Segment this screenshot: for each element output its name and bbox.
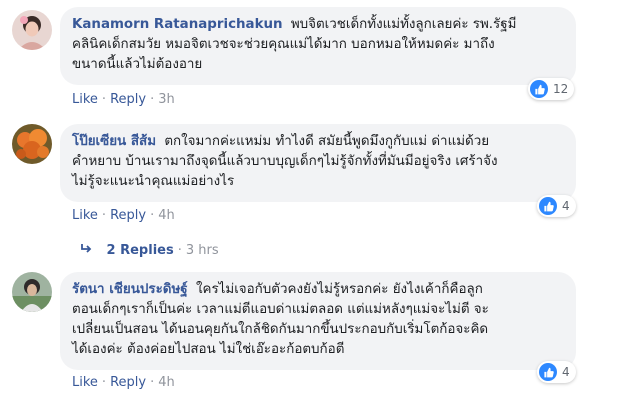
like-icon xyxy=(530,80,548,98)
reaction-summary[interactable]: 12 xyxy=(528,78,575,100)
comment-actions: Like · Reply · 4h xyxy=(72,208,175,223)
reply-link[interactable]: Reply xyxy=(110,208,146,223)
reply-arrow-icon xyxy=(80,243,97,258)
reply-link[interactable]: Reply xyxy=(110,92,146,107)
reaction-summary[interactable]: 4 xyxy=(537,361,576,383)
reaction-count: 12 xyxy=(553,82,569,96)
like-icon xyxy=(539,363,557,381)
replies-count-label[interactable]: 2 Replies xyxy=(107,243,174,258)
comment-bubble: Kanamorn Ratanaprichakun พบจิตเวชเด็กทั้… xyxy=(60,7,576,85)
like-icon xyxy=(539,197,557,215)
comment-bubble: รัตนา เชียนประดิษฐ์ ใครไม่เจอกับตัวคงยัง… xyxy=(60,272,576,370)
reaction-summary[interactable]: 4 xyxy=(537,195,576,217)
avatar[interactable] xyxy=(12,10,52,50)
comment-timestamp[interactable]: 4h xyxy=(158,208,175,223)
avatar[interactable] xyxy=(12,124,52,164)
comment-author[interactable]: รัตนา เชียนประดิษฐ์ xyxy=(72,282,188,297)
reaction-count: 4 xyxy=(562,365,570,379)
comment-author[interactable]: Kanamorn Ratanaprichakun xyxy=(72,17,283,32)
comment-bubble: โป๊ยเซียน สีส้ม ตกใจมากค่ะแหม่ม ทำไงดี ส… xyxy=(60,124,576,202)
comment-timestamp[interactable]: 4h xyxy=(158,375,175,390)
avatar[interactable] xyxy=(12,272,52,312)
reaction-count: 4 xyxy=(562,199,570,213)
reply-link[interactable]: Reply xyxy=(110,375,146,390)
replies-timestamp: 3 hrs xyxy=(185,243,219,258)
like-link[interactable]: Like xyxy=(72,208,98,223)
like-link[interactable]: Like xyxy=(72,92,98,107)
comment-actions: Like · Reply · 3h xyxy=(72,92,175,107)
comment-author[interactable]: โป๊ยเซียน สีส้ม xyxy=(72,134,156,149)
like-link[interactable]: Like xyxy=(72,375,98,390)
view-replies-link[interactable]: 2 Replies · 3 hrs xyxy=(80,242,219,260)
comment-timestamp[interactable]: 3h xyxy=(158,92,175,107)
comment-actions: Like · Reply · 4h xyxy=(72,375,175,390)
